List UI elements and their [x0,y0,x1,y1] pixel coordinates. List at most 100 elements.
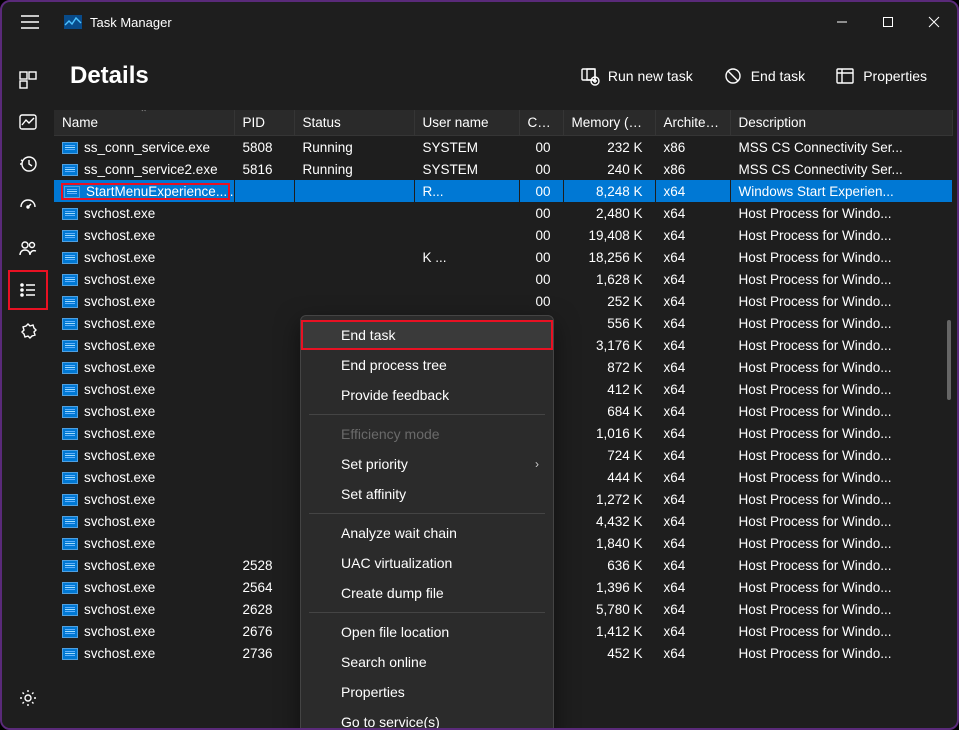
cell-name: svchost.exe [54,246,234,268]
cell-pid [234,356,294,378]
main-panel: Details Run new task End task Properties [54,42,957,728]
cell-cpu: 00 [519,180,563,202]
context-menu-item[interactable]: Create dump file [301,578,553,608]
context-menu-item[interactable]: Properties [301,677,553,707]
context-menu-item[interactable]: Open file location [301,617,553,647]
table-row[interactable]: StartMenuExperience...R...008,248 Kx64Wi… [54,180,953,202]
scrollbar-thumb[interactable] [947,320,951,400]
cell-memory: 444 K [563,466,655,488]
context-menu-item[interactable]: Set priority› [301,449,553,479]
cell-pid [234,532,294,554]
context-menu-item[interactable]: Go to service(s) [301,707,553,728]
app-history-nav[interactable] [8,144,48,184]
context-menu-item[interactable]: Provide feedback [301,380,553,410]
startup-apps-nav[interactable] [8,186,48,226]
cell-pid [234,378,294,400]
col-desc[interactable]: Description [730,110,953,136]
cell-name: svchost.exe [54,268,234,290]
table-header-row: ⌃Name PID Status User name CPU Memory (a… [54,110,953,136]
services-nav[interactable] [8,312,48,352]
titlebar: Task Manager [2,2,957,42]
page-header: Details Run new task End task Properties [54,42,953,110]
cell-status [294,180,414,202]
context-menu-item[interactable]: Analyze wait chain [301,518,553,548]
cell-arch: x64 [655,224,730,246]
col-status[interactable]: Status [294,110,414,136]
cell-pid: 5808 [234,136,294,159]
table-row[interactable]: svchost.exe001,628 Kx64Host Process for … [54,268,953,290]
cell-memory: 684 K [563,400,655,422]
cell-pid [234,422,294,444]
cell-status: Running [294,158,414,180]
cell-pid [234,224,294,246]
cell-name: svchost.exe [54,444,234,466]
cell-desc: Host Process for Windo... [730,576,953,598]
hamburger-menu-button[interactable] [10,2,50,42]
table-row[interactable]: svchost.exe00252 Kx64Host Process for Wi… [54,290,953,312]
col-name[interactable]: ⌃Name [54,110,234,136]
context-menu-item[interactable]: End process tree [301,350,553,380]
chevron-right-icon: › [535,457,539,471]
cell-user: SYSTEM [414,158,519,180]
col-arch[interactable]: Architec... [655,110,730,136]
cell-pid [234,202,294,224]
col-cpu[interactable]: CPU [519,110,563,136]
context-menu-item[interactable]: Set affinity [301,479,553,509]
cell-cpu: 00 [519,158,563,180]
col-user[interactable]: User name [414,110,519,136]
table-row[interactable]: ss_conn_service.exe5808RunningSYSTEM0023… [54,136,953,159]
cell-cpu: 00 [519,136,563,159]
col-pid[interactable]: PID [234,110,294,136]
properties-button[interactable]: Properties [825,60,937,92]
details-nav[interactable] [8,270,48,310]
cell-desc: Host Process for Windo... [730,488,953,510]
cell-status [294,268,414,290]
cell-desc: Host Process for Windo... [730,642,953,664]
context-menu-item[interactable]: End task [301,320,553,350]
cell-cpu: 00 [519,290,563,312]
context-menu-separator [309,513,545,514]
cell-arch: x64 [655,356,730,378]
table-row[interactable]: svchost.exe002,480 Kx64Host Process for … [54,202,953,224]
cell-desc: MSS CS Connectivity Ser... [730,136,953,159]
end-task-button[interactable]: End task [713,60,815,92]
cell-arch: x64 [655,444,730,466]
table-row[interactable]: svchost.exeK ...0018,256 Kx64Host Proces… [54,246,953,268]
cell-memory: 252 K [563,290,655,312]
cell-status [294,202,414,224]
cell-memory: 872 K [563,356,655,378]
cell-name: svchost.exe [54,224,234,246]
maximize-button[interactable] [865,7,911,37]
cell-memory: 636 K [563,554,655,576]
cell-desc: Host Process for Windo... [730,466,953,488]
cell-arch: x64 [655,642,730,664]
cell-pid [234,334,294,356]
cell-status: Running [294,136,414,159]
cell-memory: 1,016 K [563,422,655,444]
table-row[interactable]: ss_conn_service2.exe5816RunningSYSTEM002… [54,158,953,180]
processes-nav[interactable] [8,60,48,100]
cell-desc: Host Process for Windo... [730,246,953,268]
cell-arch: x64 [655,268,730,290]
cell-pid: 2564 [234,576,294,598]
cell-arch: x64 [655,290,730,312]
context-menu-item[interactable]: UAC virtualization [301,548,553,578]
close-button[interactable] [911,7,957,37]
settings-nav[interactable] [8,678,48,718]
run-new-task-button[interactable]: Run new task [570,60,703,92]
cell-desc: Host Process for Windo... [730,378,953,400]
cell-status [294,290,414,312]
context-menu-item[interactable]: Search online [301,647,553,677]
cell-status [294,246,414,268]
performance-nav[interactable] [8,102,48,142]
cell-arch: x64 [655,510,730,532]
properties-label: Properties [863,68,927,84]
users-nav[interactable] [8,228,48,268]
cell-desc: Host Process for Windo... [730,400,953,422]
minimize-button[interactable] [819,7,865,37]
cell-arch: x64 [655,334,730,356]
window-controls [819,7,957,37]
col-memory[interactable]: Memory (ac... [563,110,655,136]
table-row[interactable]: svchost.exe0019,408 Kx64Host Process for… [54,224,953,246]
cell-user: K ... [414,246,519,268]
